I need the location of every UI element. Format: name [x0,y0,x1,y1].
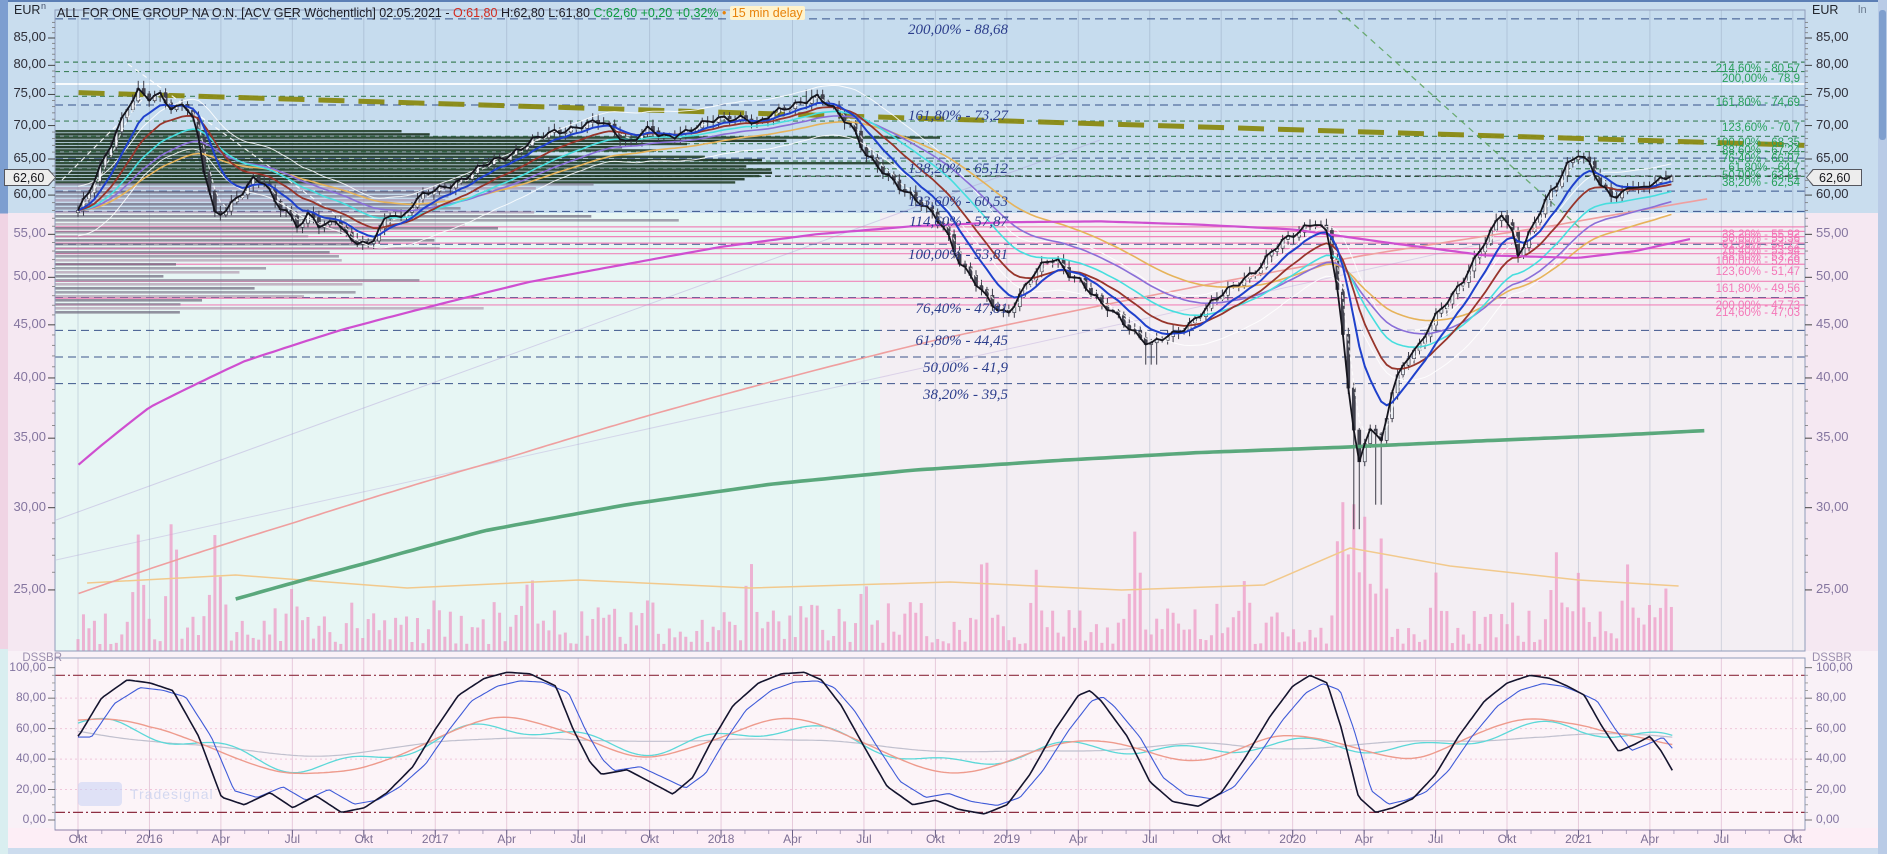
vertical-scrollbar[interactable] [1878,0,1887,854]
chart-canvas[interactable] [0,0,1887,854]
scale-marker-left: n [41,2,46,12]
indicator-label-left: DSSBR [10,652,62,665]
current-price-value: 62,60 [5,171,44,185]
plot-backgrounds [55,10,1805,830]
chart-title: ALL FOR ONE GROUP NA O.N. [ACV GER Wöche… [57,6,805,20]
indicator-label-right: DSSBR [1812,652,1852,665]
current-price-tag-left: 62,60 [4,169,56,186]
scrollbar-thumb[interactable] [1879,10,1886,140]
delay-badge: 15 min delay [730,6,805,20]
window-top-border [0,0,1887,2]
window-bottom-border [0,848,1887,854]
currency-label-left: EUR [14,4,40,18]
scale-mode-label[interactable]: ln [1858,4,1867,16]
title-instrument: ALL FOR ONE GROUP NA O.N. [ACV GER Wöche… [57,6,453,20]
current-price-tag-right: 62,60 [1806,169,1862,186]
title-close: C:62,60 +0,20 +0,32% [593,6,718,20]
tradesignal-logo [78,782,122,806]
window-left-border [0,0,8,854]
current-price-value: 62,60 [1807,171,1850,185]
title-bullet: • [718,6,729,20]
tradesignal-watermark: Tradesignal [130,786,214,802]
currency-label-right: EUR [1812,4,1838,18]
title-open: O:61,80 [453,6,497,20]
title-highlow: H:62,80 L:61,80 [497,6,593,20]
charting-app-window: { "title": { "prefix": "ALL FOR ONE GROU… [0,0,1887,854]
